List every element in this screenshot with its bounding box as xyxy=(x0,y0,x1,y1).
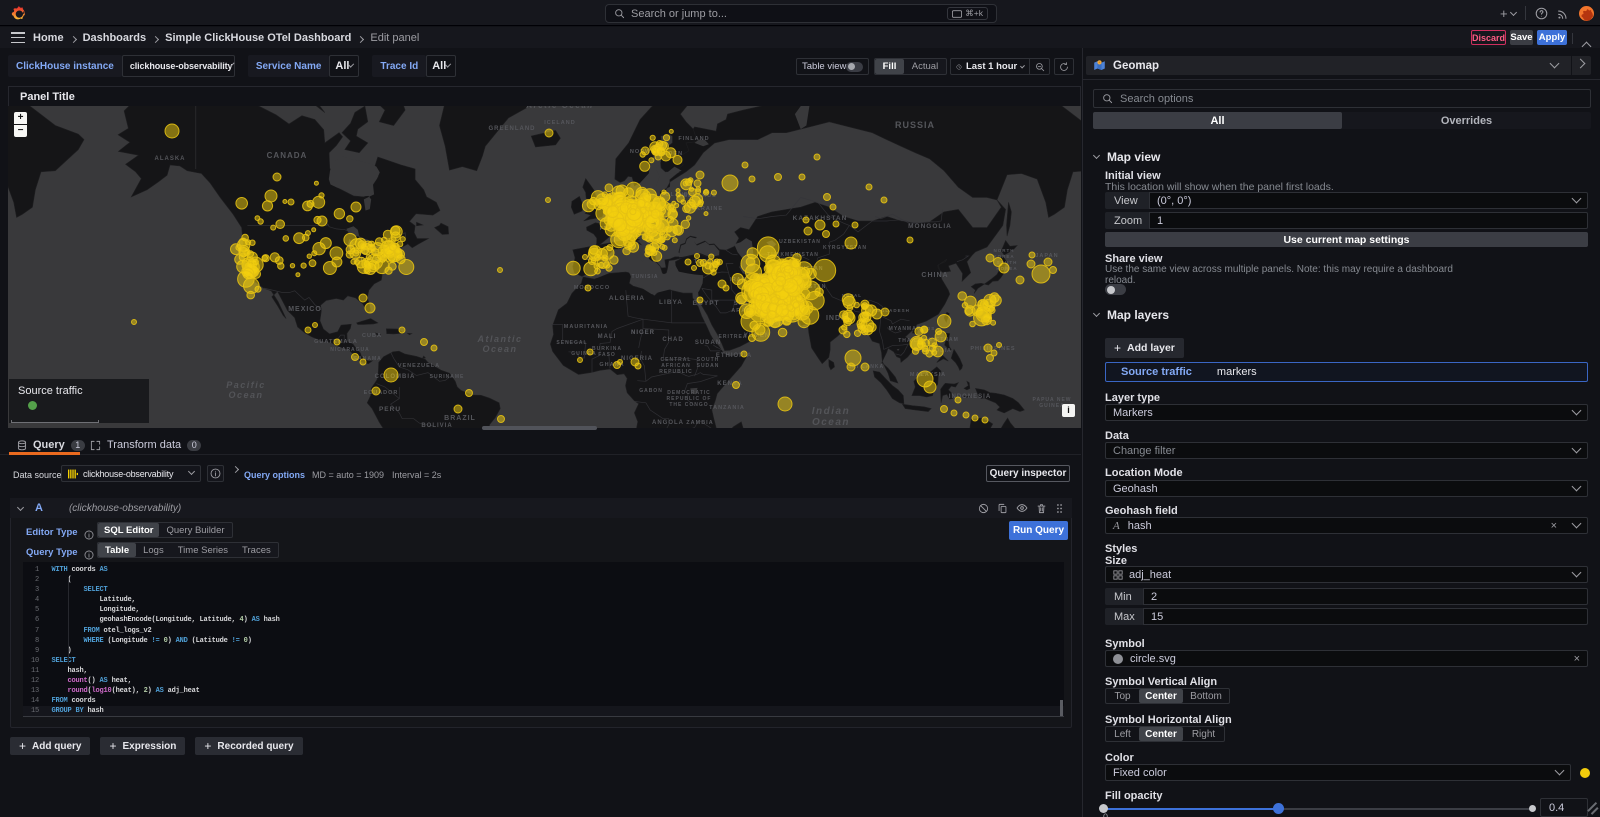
svg-text:Ocean: Ocean xyxy=(812,417,850,428)
svg-text:REPUBLIC: REPUBLIC xyxy=(659,369,693,375)
svg-text:Pacific: Pacific xyxy=(226,380,266,390)
svg-text:NORTH: NORTH xyxy=(994,248,1015,253)
svg-text:ICELAND: ICELAND xyxy=(544,120,575,126)
svg-text:MALI: MALI xyxy=(598,334,617,340)
svg-text:MAURITANIA: MAURITANIA xyxy=(564,324,608,330)
svg-text:FINLAND: FINLAND xyxy=(678,136,709,142)
svg-text:EGYPT: EGYPT xyxy=(692,300,719,307)
svg-text:SUDAN: SUDAN xyxy=(695,340,721,346)
svg-text:Arctic Ocean: Arctic Ocean xyxy=(525,106,593,110)
svg-text:NIGER: NIGER xyxy=(631,330,655,336)
svg-text:ZAMBIA: ZAMBIA xyxy=(686,420,713,426)
svg-text:SURINAME: SURINAME xyxy=(430,374,465,380)
svg-text:Ocean: Ocean xyxy=(482,344,517,354)
svg-text:THE CONGO: THE CONGO xyxy=(669,402,708,408)
svg-text:Ocean: Ocean xyxy=(228,390,263,400)
svg-text:SUDAN: SUDAN xyxy=(697,363,720,369)
svg-text:UZBEKISTAN: UZBEKISTAN xyxy=(779,239,821,245)
svg-text:PERU: PERU xyxy=(379,406,401,413)
svg-text:NICARAGUA: NICARAGUA xyxy=(330,347,370,353)
svg-text:CANADA: CANADA xyxy=(267,151,308,160)
svg-text:LIBYA: LIBYA xyxy=(659,299,683,306)
svg-text:BOLIVIA: BOLIVIA xyxy=(421,423,452,428)
svg-text:ANGOLA: ANGOLA xyxy=(652,420,684,426)
svg-text:MONGOLIA: MONGOLIA xyxy=(908,223,952,230)
svg-text:BRAZIL: BRAZIL xyxy=(444,415,476,422)
svg-text:Indian: Indian xyxy=(812,406,850,417)
svg-text:RUSSIA: RUSSIA xyxy=(895,120,935,130)
svg-text:TUNISIA: TUNISIA xyxy=(632,274,659,280)
svg-text:GABON: GABON xyxy=(639,388,663,394)
svg-text:ALGERIA: ALGERIA xyxy=(609,295,645,302)
svg-text:CUBA: CUBA xyxy=(362,333,382,339)
svg-text:ALASKA: ALASKA xyxy=(155,156,186,162)
svg-text:ECUADOR: ECUADOR xyxy=(364,390,399,396)
svg-text:TANZANIA: TANZANIA xyxy=(709,405,745,411)
svg-text:MEXICO: MEXICO xyxy=(288,306,322,313)
svg-text:CHAD: CHAD xyxy=(662,337,683,343)
svg-text:CHINA: CHINA xyxy=(921,272,948,279)
svg-text:VENEZUELA: VENEZUELA xyxy=(398,363,440,369)
svg-text:GREENLAND: GREENLAND xyxy=(488,126,535,132)
svg-text:Atlantic: Atlantic xyxy=(476,334,522,344)
svg-text:FASO: FASO xyxy=(598,352,616,358)
svg-text:KYRGYZSTAN: KYRGYZSTAN xyxy=(823,245,867,251)
svg-text:GUINEA: GUINEA xyxy=(1039,403,1064,409)
svg-text:MOROCCO: MOROCCO xyxy=(574,285,610,291)
svg-text:SENEGAL: SENEGAL xyxy=(556,340,587,346)
